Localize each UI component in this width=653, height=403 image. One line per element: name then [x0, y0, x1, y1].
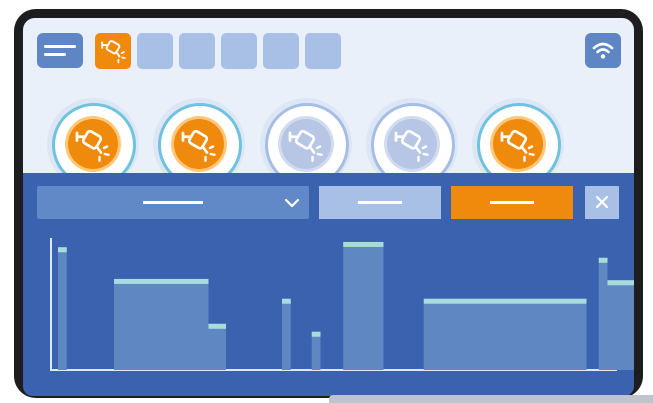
chart-bar-2	[114, 278, 209, 370]
plug-icon	[500, 129, 535, 162]
device-slot-6[interactable]	[305, 33, 341, 69]
bar-chart	[50, 238, 634, 371]
device-slot-3[interactable]	[179, 33, 215, 69]
chart-bar-cap-3	[208, 323, 226, 329]
screen	[23, 18, 634, 396]
wifi-button[interactable]	[585, 33, 621, 68]
device-slot-4[interactable]	[221, 33, 257, 69]
wifi-icon	[592, 42, 614, 59]
horizontal-scrollbar[interactable]	[329, 395, 653, 403]
chart-bar-5	[311, 331, 321, 370]
chart-bar-6	[343, 241, 384, 370]
chart-bar-1	[58, 247, 67, 370]
chart-bar-cap-7	[423, 298, 587, 304]
device-slot-5[interactable]	[263, 33, 299, 69]
plug-icon	[288, 129, 323, 162]
secondary-button-label-placeholder	[358, 201, 402, 204]
secondary-button[interactable]	[319, 186, 441, 219]
chart-bar-3	[208, 323, 226, 370]
chart-bar-4	[282, 298, 291, 370]
menu-button[interactable]	[37, 33, 83, 68]
chart-bar-cap-9	[607, 280, 634, 286]
chart-bar-8	[598, 257, 608, 370]
dropdown-value-placeholder	[143, 201, 203, 204]
chevron-down-icon	[284, 198, 300, 208]
device-slot-1[interactable]	[95, 33, 131, 69]
plug-icon	[101, 40, 126, 64]
close-button[interactable]	[585, 186, 619, 219]
chart-bar-cap-4	[282, 298, 291, 304]
chart-bar-9	[607, 280, 634, 370]
hamburger-menu-icon-bar	[44, 53, 66, 56]
chart-bar-cap-1	[58, 247, 67, 253]
data-panel	[23, 173, 634, 396]
device-slot-2[interactable]	[137, 33, 173, 69]
hamburger-menu-icon	[44, 45, 76, 48]
chart-bar-cap-6	[343, 241, 384, 247]
chart-bar-cap-5	[311, 331, 321, 337]
primary-button-label-placeholder	[490, 201, 534, 204]
control-panel	[23, 18, 634, 190]
primary-button[interactable]	[451, 186, 573, 219]
close-icon	[595, 195, 609, 209]
chart-bar-cap-8	[598, 257, 608, 263]
series-dropdown[interactable]	[37, 186, 309, 219]
chart-bar-7	[423, 298, 587, 370]
chart-bar-cap-2	[114, 278, 209, 284]
plug-icon	[75, 129, 110, 162]
plug-icon	[181, 129, 216, 162]
plug-icon	[394, 129, 429, 162]
